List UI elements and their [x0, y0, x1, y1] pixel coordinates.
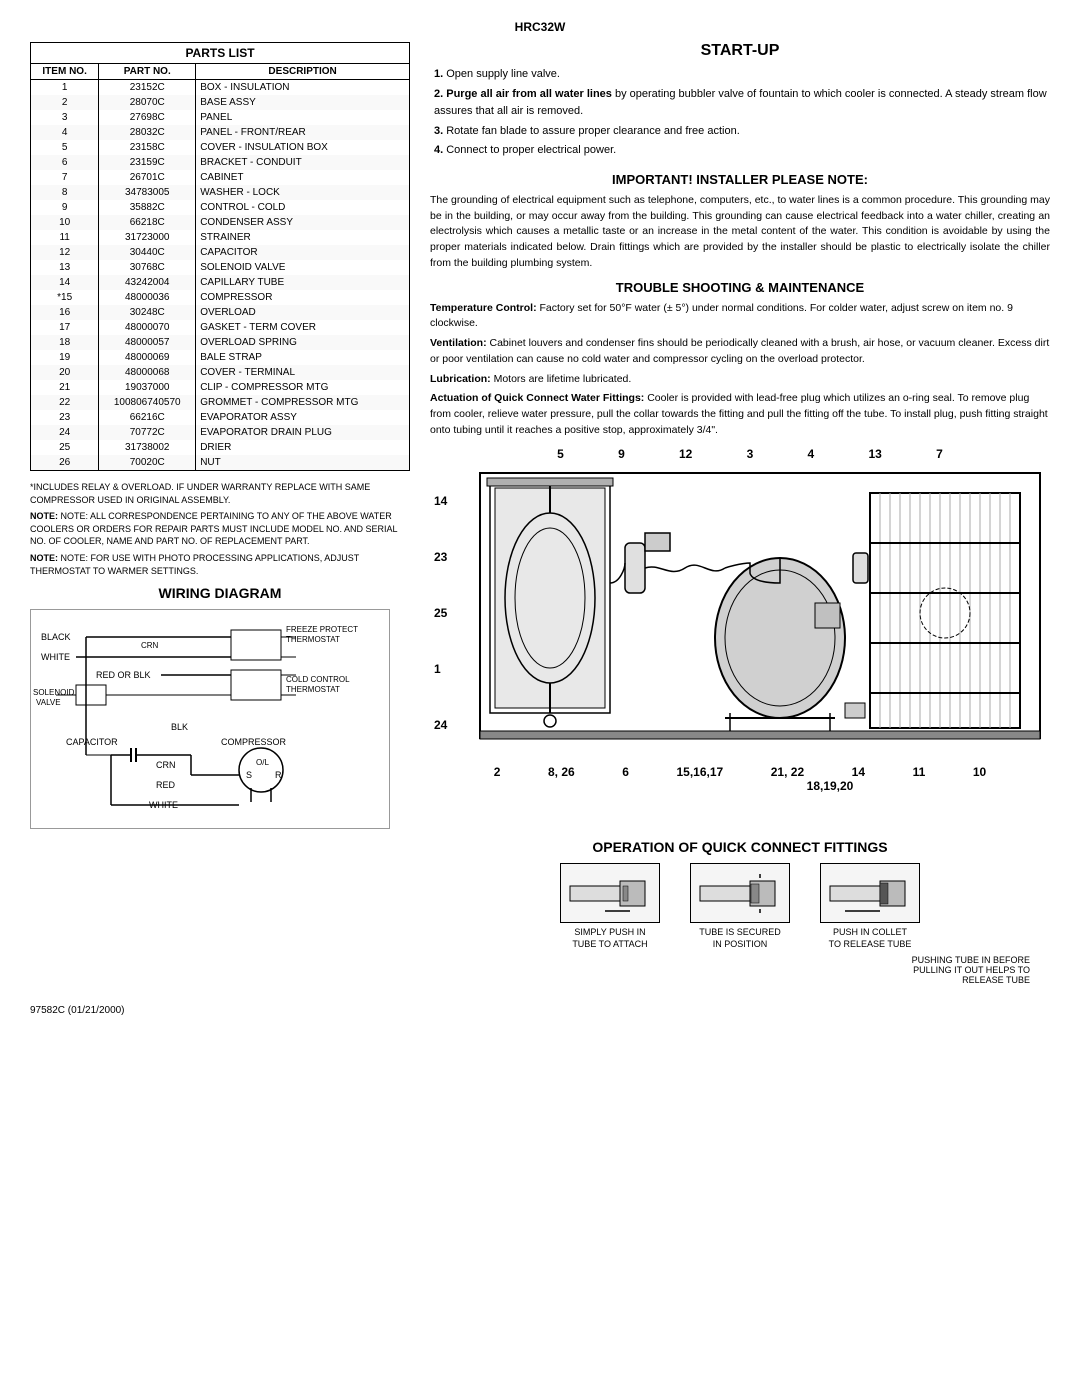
bottom-right: OPERATION OF QUICK CONNECT FITTINGS [430, 839, 1050, 984]
footer: 97582C (01/21/2000) [30, 1005, 1050, 1016]
trouble-title: TROUBLE SHOOTING & MAINTENANCE [430, 280, 1050, 295]
operation-title: OPERATION OF QUICK CONNECT FITTINGS [430, 839, 1050, 855]
table-row: 327698CPANEL [31, 110, 409, 125]
table-row: 1066218CCONDENSER ASSY [31, 215, 409, 230]
startup-item-4: 4. Connect to proper electrical power. [434, 142, 1050, 160]
table-row: 428032CPANEL - FRONT/REAR [31, 125, 409, 140]
wiring-title: WIRING DIAGRAM [30, 585, 410, 601]
table-row: 623159CBRACKET - CONDUIT [31, 155, 409, 170]
wiring-svg: BLACK WHITE CRN RED OR BLK SOLENOID VALV… [31, 610, 391, 830]
svg-text:CRN: CRN [141, 641, 159, 650]
table-row: 1848000057OVERLOAD SPRING [31, 335, 409, 350]
table-row: 1131723000STRAINER [31, 230, 409, 245]
table-row: 2048000068COVER - TERMINAL [31, 365, 409, 380]
svg-text:COLD CONTROL: COLD CONTROL [286, 675, 350, 684]
table-row: 2366216CEVAPORATOR ASSY [31, 410, 409, 425]
startup-title: START-UP [430, 42, 1050, 60]
footer-text: 97582C (01/21/2000) [30, 1005, 125, 1016]
col-header-item: ITEM NO. [31, 64, 99, 80]
model-header: HRC32W [30, 20, 1050, 34]
fitting-release: PUSH IN COLLETTO RELEASE TUBE [810, 863, 930, 950]
startup-item-2: 2. Purge all air from all water lines by… [434, 86, 1050, 121]
parts-list-title: PARTS LIST [31, 43, 409, 64]
svg-text:THERMOSTAT: THERMOSTAT [286, 685, 340, 694]
col-header-desc: DESCRIPTION [196, 64, 409, 80]
svg-text:THERMOSTAT: THERMOSTAT [286, 635, 340, 644]
startup-list: 1. Open supply line valve. 2. Purge all … [430, 66, 1050, 160]
wiring-diagram: BLACK WHITE CRN RED OR BLK SOLENOID VALV… [30, 609, 390, 829]
fitting-label-3: PUSH IN COLLETTO RELEASE TUBE [810, 927, 930, 950]
note1: *INCLUDES RELAY & OVERLOAD. IF UNDER WAR… [30, 481, 410, 506]
machine-diagram-svg [470, 463, 1050, 763]
fitting-secured: TUBE IS SECUREDIN POSITION [680, 863, 800, 950]
bottom-left [30, 839, 410, 984]
table-row: 1948000069BALE STRAP [31, 350, 409, 365]
fitting-label-2: TUBE IS SECUREDIN POSITION [680, 927, 800, 950]
table-row: 726701CCABINET [31, 170, 409, 185]
page: HRC32W PARTS LIST ITEM NO. PART NO. DESC… [0, 0, 1080, 1397]
bottom-section: OPERATION OF QUICK CONNECT FITTINGS [30, 839, 1050, 984]
svg-text:COMPRESSOR: COMPRESSOR [221, 737, 287, 747]
table-row: 834783005WASHER - LOCK [31, 185, 409, 200]
table-row: 1748000070GASKET - TERM COVER [31, 320, 409, 335]
right-column: START-UP 1. Open supply line valve. 2. P… [430, 42, 1050, 829]
fittings-diagram: SIMPLY PUSH INTUBE TO ATTACH [430, 863, 1050, 950]
trouble-temp: Temperature Control: Factory set for 50°… [430, 301, 1050, 333]
trouble-lube: Lubrication: Motors are lifetime lubrica… [430, 372, 1050, 388]
note3: NOTE: NOTE: FOR USE WITH PHOTO PROCESSIN… [30, 552, 410, 577]
svg-text:CRN: CRN [156, 760, 176, 770]
parts-list-wrapper: PARTS LIST ITEM NO. PART NO. DESCRIPTION… [30, 42, 410, 471]
table-row: 523158CCOVER - INSULATION BOX [31, 140, 409, 155]
svg-text:BLK: BLK [171, 722, 188, 732]
startup-item-1: 1. Open supply line valve. [434, 66, 1050, 84]
table-row: 935882CCONTROL - COLD [31, 200, 409, 215]
svg-text:WHITE: WHITE [41, 652, 70, 662]
svg-text:CAPACITOR: CAPACITOR [66, 737, 118, 747]
installer-note-body: The grounding of electrical equipment su… [430, 193, 1050, 272]
table-row: 2470772CEVAPORATOR DRAIN PLUG [31, 425, 409, 440]
fitting-push-in: SIMPLY PUSH INTUBE TO ATTACH [550, 863, 670, 950]
table-row: *1548000036COMPRESSOR [31, 290, 409, 305]
left-column: PARTS LIST ITEM NO. PART NO. DESCRIPTION… [30, 42, 410, 829]
svg-text:O/L: O/L [256, 758, 269, 767]
table-row: 123152CBOX - INSULATION [31, 80, 409, 96]
svg-text:SOLENOID: SOLENOID [33, 688, 75, 697]
col-header-part: PART NO. [99, 64, 196, 80]
table-row: 2670020CNUT [31, 455, 409, 470]
installer-note-title: IMPORTANT! INSTALLER PLEASE NOTE: [430, 172, 1050, 187]
fitting-label-1: SIMPLY PUSH INTUBE TO ATTACH [550, 927, 670, 950]
trouble-section: Temperature Control: Factory set for 50°… [430, 301, 1050, 439]
main-layout: PARTS LIST ITEM NO. PART NO. DESCRIPTION… [30, 42, 1050, 829]
svg-text:S: S [246, 770, 252, 780]
startup-item-3: 3. Rotate fan blade to assure proper cle… [434, 123, 1050, 141]
table-row: 2119037000CLIP - COMPRESSOR MTG [31, 380, 409, 395]
parts-table: ITEM NO. PART NO. DESCRIPTION 123152CBOX… [31, 64, 409, 470]
svg-text:RED OR BLK: RED OR BLK [96, 670, 151, 680]
notes-section: *INCLUDES RELAY & OVERLOAD. IF UNDER WAR… [30, 481, 410, 577]
svg-text:VALVE: VALVE [36, 698, 61, 707]
svg-text:BLACK: BLACK [41, 632, 71, 642]
table-row: 1330768CSOLENOID VALVE [31, 260, 409, 275]
note2: NOTE: NOTE: ALL CORRESPONDENCE PERTAININ… [30, 510, 410, 548]
model-number: HRC32W [515, 20, 566, 34]
table-row: 2531738002DRIER [31, 440, 409, 455]
svg-text:RED: RED [156, 780, 176, 790]
push-note: PUSHING TUBE IN BEFORE PULLING IT OUT HE… [430, 955, 1050, 985]
table-row: 1630248COVERLOAD [31, 305, 409, 320]
table-row: 228070CBASE ASSY [31, 95, 409, 110]
exploded-diagram: 5 9 12 3 4 13 7 14 23 25 1 24 [430, 447, 1050, 797]
svg-text:R: R [275, 770, 282, 780]
table-row: 22100806740570GROMMET - COMPRESSOR MTG [31, 395, 409, 410]
trouble-fittings: Actuation of Quick Connect Water Fitting… [430, 391, 1050, 438]
svg-text:FREEZE PROTECT: FREEZE PROTECT [286, 625, 358, 634]
table-row: 1443242004CAPILLARY TUBE [31, 275, 409, 290]
table-row: 1230440CCAPACITOR [31, 245, 409, 260]
trouble-vent: Ventilation: Cabinet louvers and condens… [430, 336, 1050, 368]
